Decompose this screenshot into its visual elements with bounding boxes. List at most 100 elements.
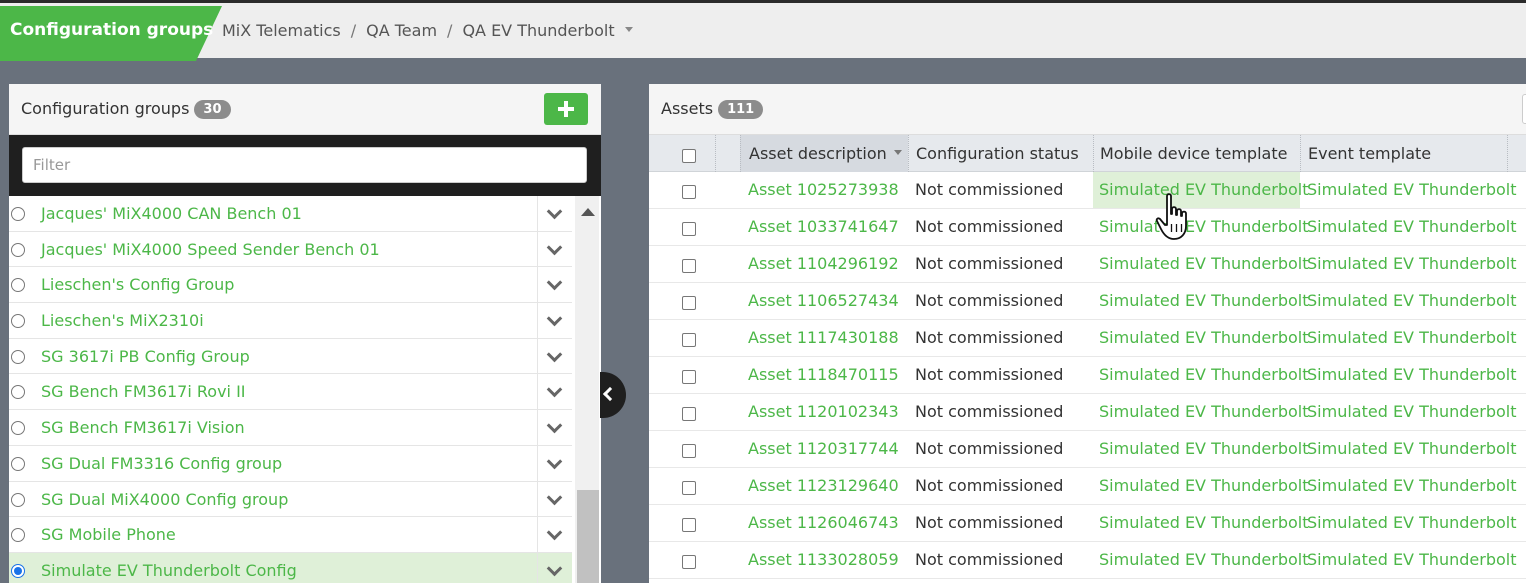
asset-link[interactable]: Asset 1104296192 [748,254,899,273]
expand-cell[interactable] [537,338,572,374]
collapse-panel-button[interactable] [600,372,626,418]
table-row[interactable]: Asset 1025273938 Not commissioned Simula… [649,172,1526,209]
event-template-link[interactable]: Simulated EV Thunderbolt [1307,439,1517,458]
event-template-link[interactable]: Simulated EV Thunderbolt [1307,291,1517,310]
event-template-link[interactable]: Simulated EV Thunderbolt [1307,402,1517,421]
filter-input[interactable] [22,147,587,183]
row-checkbox[interactable] [682,222,696,236]
mobile-template-link[interactable]: Simulated EV Thunderbolt [1099,254,1309,273]
mobile-template-link[interactable]: Simulated EV Thunderbolt [1099,217,1309,236]
asset-link[interactable]: Asset 1120102343 [748,402,899,421]
column-event-template[interactable]: Event template [1300,135,1507,172]
group-label[interactable]: SG Bench FM3617i Vision [41,418,245,437]
table-row[interactable]: Asset 1120317744 Not commissioned Simula… [649,431,1526,468]
table-row[interactable]: Asset 1120102343 Not commissioned Simula… [649,394,1526,431]
row-checkbox[interactable] [682,296,696,310]
group-radio[interactable] [11,242,25,257]
expand-cell[interactable] [537,231,572,267]
table-row[interactable]: Asset 1104296192 Not commissioned Simula… [649,246,1526,283]
asset-link[interactable]: Asset 1033741647 [748,217,899,236]
group-radio-checked[interactable] [11,563,25,578]
row-checkbox[interactable] [682,481,696,495]
event-template-link[interactable]: Simulated EV Thunderbolt [1307,513,1517,532]
list-item-selected[interactable]: Simulate EV Thunderbolt Config [9,552,572,583]
mobile-template-link[interactable]: Simulated EV Thunderbolt [1099,402,1309,421]
asset-link[interactable]: Asset 1106527434 [748,291,899,310]
list-item[interactable]: SG Dual FM3316 Config group [9,445,572,482]
mobile-template-link[interactable]: Simulated EV Thunderbolt [1099,291,1309,310]
group-label[interactable]: SG Dual FM3316 Config group [41,454,282,473]
table-row[interactable]: Asset 1033741647 Not commissioned Simula… [649,209,1526,246]
group-radio[interactable] [11,492,25,507]
event-template-link[interactable]: Simulated EV Thunderbolt [1307,180,1517,199]
list-item[interactable]: SG Bench FM3617i Rovi II [9,374,572,411]
group-label[interactable]: SG Bench FM3617i Rovi II [41,382,246,401]
expand-cell[interactable] [537,517,572,552]
select-all-checkbox[interactable] [682,149,696,163]
mobile-template-link[interactable]: Simulated EV Thunderbolt [1099,476,1309,495]
breadcrumb-item-site[interactable]: QA EV Thunderbolt [462,21,614,40]
table-row[interactable]: Asset 1126046743 Not commissioned Simula… [649,505,1526,542]
table-row[interactable]: Asset 1118470115 Not commissioned Simula… [649,357,1526,394]
row-checkbox[interactable] [682,370,696,384]
column-mobile-device-template[interactable]: Mobile device template [1093,135,1300,172]
asset-link[interactable]: Asset 1123129640 [748,476,899,495]
expand-cell[interactable] [537,481,572,517]
row-checkbox[interactable] [682,259,696,273]
group-label[interactable]: Simulate EV Thunderbolt Config [41,561,297,580]
row-checkbox[interactable] [682,444,696,458]
group-radio[interactable] [11,528,25,543]
list-item[interactable]: SG 3617i PB Config Group [9,338,572,375]
row-checkbox[interactable] [682,407,696,421]
event-template-link[interactable]: Simulated EV Thunderbolt [1307,550,1517,569]
asset-link[interactable]: Asset 1025273938 [748,180,899,199]
group-label[interactable]: Jacques' MiX4000 Speed Sender Bench 01 [41,240,380,259]
add-group-button[interactable] [544,93,588,125]
mobile-template-link[interactable]: Simulated EV Thunderbolt [1099,550,1309,569]
group-list-scrollbar[interactable] [575,196,599,583]
event-template-link[interactable]: Simulated EV Thunderbolt [1307,476,1517,495]
column-configuration-status[interactable]: Configuration status [908,135,1093,172]
expand-cell[interactable] [537,374,572,410]
group-label[interactable]: SG Mobile Phone [41,525,176,544]
mobile-template-link[interactable]: Simulated EV Thunderbolt [1099,513,1309,532]
group-label[interactable]: SG 3617i PB Config Group [41,347,250,366]
list-item[interactable]: SG Dual MiX4000 Config group [9,481,572,518]
group-label[interactable]: Lieschen's MiX2310i [41,311,204,330]
row-checkbox[interactable] [682,555,696,569]
asset-link[interactable]: Asset 1117430188 [748,328,899,347]
group-radio[interactable] [11,314,25,329]
column-asset-description[interactable]: Asset description [740,135,908,172]
mobile-template-link[interactable]: Simulated EV Thunderbolt [1099,439,1309,458]
event-template-link[interactable]: Simulated EV Thunderbolt [1307,217,1517,236]
group-label[interactable]: Jacques' MiX4000 CAN Bench 01 [41,204,302,223]
expand-cell[interactable] [537,445,572,481]
chevron-down-icon[interactable] [624,27,633,32]
mobile-template-link[interactable]: Simulated EV Thunderbolt [1099,180,1309,199]
expand-cell[interactable] [537,410,572,445]
scroll-up-arrow-icon[interactable] [581,208,595,216]
event-template-link[interactable]: Simulated EV Thunderbolt [1307,254,1517,273]
expand-cell[interactable] [537,552,572,583]
list-item[interactable]: Lieschen's MiX2310i [9,303,572,339]
list-item[interactable]: SG Mobile Phone [9,517,572,553]
row-checkbox[interactable] [682,518,696,532]
group-radio[interactable] [11,421,25,436]
group-radio[interactable] [11,349,25,364]
breadcrumb-item-team[interactable]: QA Team [366,21,437,40]
asset-link[interactable]: Asset 1120317744 [748,439,899,458]
asset-link[interactable]: Asset 1126046743 [748,513,899,532]
group-radio[interactable] [11,385,25,400]
group-label[interactable]: SG Dual MiX4000 Config group [41,490,288,509]
table-row[interactable]: Asset 1133028059 Not commissioned Simula… [649,542,1526,579]
list-item[interactable]: Jacques' MiX4000 CAN Bench 01 [9,196,572,232]
event-template-link[interactable]: Simulated EV Thunderbolt [1307,365,1517,384]
group-radio[interactable] [11,456,25,471]
list-item[interactable]: SG Bench FM3617i Vision [9,410,572,446]
event-template-link[interactable]: Simulated EV Thunderbolt [1307,328,1517,347]
group-radio[interactable] [11,278,25,293]
expand-cell[interactable] [537,267,572,303]
mobile-template-link[interactable]: Simulated EV Thunderbolt [1099,365,1309,384]
row-checkbox[interactable] [682,185,696,199]
table-row[interactable]: Asset 1106527434 Not commissioned Simula… [649,283,1526,320]
